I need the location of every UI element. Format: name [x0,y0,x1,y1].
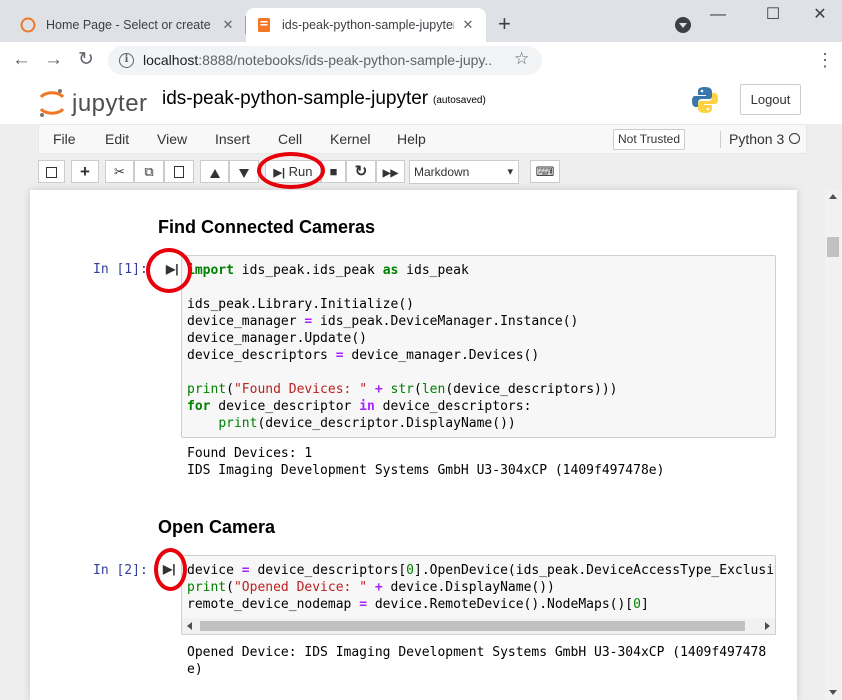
vertical-scrollbar[interactable] [825,190,842,700]
logout-button[interactable]: Logout [740,84,801,115]
browser-menu-icon[interactable]: ⋮ [816,50,834,70]
menu-cell[interactable]: Cell [278,131,302,147]
back-arrow-icon[interactable]: ← [12,50,31,70]
plus-icon: + [80,162,90,181]
keyboard-icon: ⌨ [535,164,555,179]
browser-tab-notebook[interactable]: ids-peak-python-sample-jupyter ✕ [246,8,486,42]
code-cell-find-cameras[interactable]: import ids_peak.ids_peak as ids_peak ids… [181,255,776,438]
forward-arrow-icon[interactable]: → [44,50,63,70]
kernel-divider [720,131,721,148]
browser-tabstrip: Home Page - Select or create a n ✕ ids-p… [0,0,842,42]
fast-forward-icon: ▶▶ [382,168,399,179]
tab-title: ids-peak-python-sample-jupyter [282,18,454,32]
tab-close-icon[interactable]: ✕ [460,17,476,33]
move-down-button[interactable] [229,160,259,183]
tab-close-icon[interactable]: ✕ [220,17,236,33]
chevron-down-icon: ▾ [507,166,513,178]
url-host: localhost [143,52,199,68]
cell-output-line: Opened Device: IDS Imaging Development S… [187,645,767,660]
scissors-icon: ✂ [114,164,125,179]
arrow-down-icon [239,169,249,178]
cell-prompt: In [1]: [93,262,148,277]
cell-type-select[interactable]: Markdown ▾ [409,160,519,184]
command-palette-button[interactable]: ⌨ [530,160,560,183]
menu-edit[interactable]: Edit [105,131,129,147]
autosave-status: (autosaved) [433,95,486,106]
not-trusted-button[interactable]: Not Trusted [613,129,685,150]
url-path: :8888/notebooks/ids-peak-python-sample-j… [198,52,493,68]
jupyter-logo-icon [39,89,65,117]
move-up-button[interactable] [200,160,229,183]
scroll-left-arrow-icon[interactable] [187,622,192,630]
arrow-up-icon [209,169,220,178]
code-cell-open-camera[interactable]: device = device_descriptors[0].OpenDevic… [181,555,776,619]
jupyter-header: jupyter ids-peak-python-sample-jupyter (… [0,79,842,124]
run-cell-icon[interactable]: ▶| [163,562,176,576]
run-button-highlight [257,152,325,189]
save-icon [46,167,57,178]
tab-search-icon[interactable] [675,17,691,33]
restart-kernel-button[interactable]: ↻ [346,160,376,183]
insert-cell-button[interactable]: + [71,160,99,183]
scrollbar-thumb[interactable] [200,621,745,631]
scroll-up-arrow-icon[interactable] [829,194,837,199]
kernel-idle-indicator-icon [789,133,800,144]
cell-output-line: e) [187,662,203,677]
menu-view[interactable]: View [157,131,187,147]
jupyter-favicon-icon [20,17,36,33]
run-cell-icon[interactable]: ▶| [166,262,179,276]
kernel-name[interactable]: Python 3 [729,131,784,147]
scroll-down-arrow-icon[interactable] [829,690,837,695]
markdown-heading-open-camera: Open Camera [158,517,276,537]
paste-icon [174,166,184,178]
cell-type-value: Markdown [414,165,470,179]
jupyter-menubar: File Edit View Insert Cell Kernel Help N… [38,124,807,154]
copy-icon: ⧉ [144,164,154,179]
menu-insert[interactable]: Insert [215,131,250,147]
cell-output-line: Found Devices: 1 [187,446,313,461]
cut-button[interactable]: ✂ [105,160,134,183]
horizontal-scrollbar[interactable] [181,618,776,635]
cell-prompt: In [2]: [93,563,148,578]
stop-icon: ■ [329,164,338,179]
site-info-icon[interactable]: i [119,53,134,68]
bookmark-star-icon[interactable]: ☆ [514,49,529,69]
notebook-name[interactable]: ids-peak-python-sample-jupyter [162,88,428,110]
restart-run-all-button[interactable]: ▶▶ [376,160,405,183]
minimize-button[interactable]: — [703,4,733,26]
window-close-button[interactable]: ✕ [805,4,835,26]
code-editor[interactable]: device = device_descriptors[0].OpenDevic… [182,556,775,613]
reload-icon[interactable]: ↻ [78,50,94,70]
markdown-heading-find-cameras: Find Connected Cameras [158,217,376,237]
paste-button[interactable] [164,160,194,183]
maximize-button[interactable]: ☐ [758,4,788,26]
menu-kernel[interactable]: Kernel [330,131,370,147]
url-text[interactable]: localhost:8888/notebooks/ids-peak-python… [143,52,493,68]
notebook-favicon-icon [258,18,270,32]
copy-button[interactable]: ⧉ [134,160,164,183]
restart-icon: ↻ [354,163,368,180]
tab-title: Home Page - Select or create a n [46,18,214,32]
code-editor[interactable]: import ids_peak.ids_peak as ids_peak ids… [182,256,775,432]
jupyter-logo[interactable]: jupyter [38,84,148,120]
scrollbar-thumb[interactable] [827,237,839,257]
jupyter-logo-text: jupyter [72,90,148,117]
scroll-right-arrow-icon[interactable] [765,622,770,630]
new-tab-button[interactable]: + [498,13,511,35]
python-logo-icon [692,87,718,113]
address-bar[interactable]: i localhost:8888/notebooks/ids-peak-pyth… [108,46,542,75]
save-button[interactable] [38,160,65,183]
cell-output-line: IDS Imaging Development Systems GmbH U3-… [187,463,665,478]
menu-help[interactable]: Help [397,131,426,147]
browser-tab-home[interactable]: Home Page - Select or create a n ✕ [12,8,244,42]
browser-toolbar: ← → ↻ i localhost:8888/notebooks/ids-pea… [0,42,842,79]
menu-file[interactable]: File [53,131,76,147]
